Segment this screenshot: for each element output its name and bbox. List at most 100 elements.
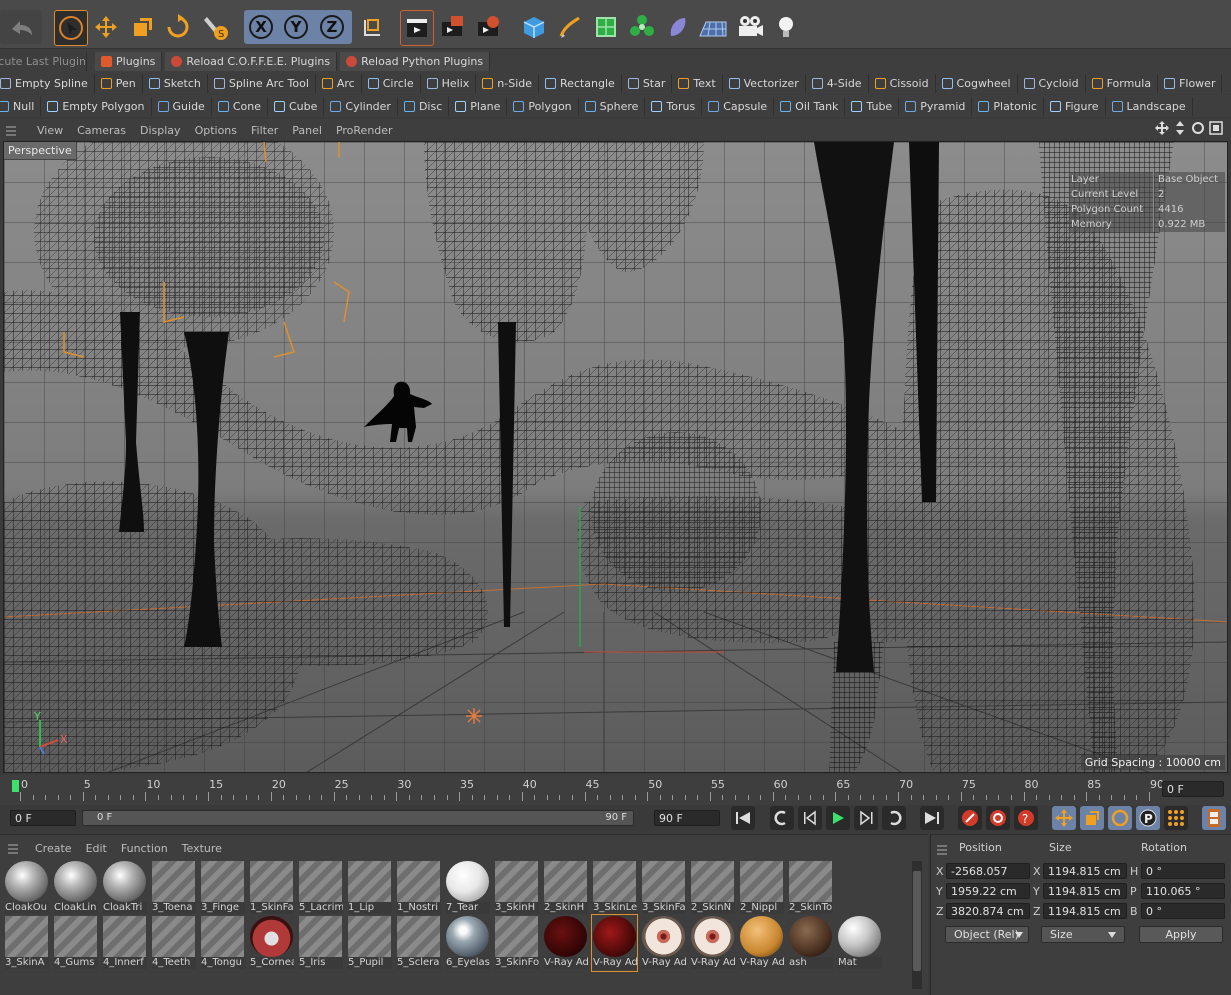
coordinate-mode-dropdown[interactable]: Object (Rel) bbox=[945, 926, 1029, 943]
material-swatch[interactable]: V-Ray Ad bbox=[543, 915, 588, 971]
previous-key-button[interactable] bbox=[770, 806, 794, 830]
render-region-button[interactable] bbox=[436, 10, 468, 44]
spline-rectangle-button[interactable]: Rectangle bbox=[539, 73, 622, 93]
material-swatch[interactable]: CloakLin bbox=[53, 860, 98, 916]
position-field[interactable]: 1959.22 cm bbox=[946, 883, 1030, 899]
primitive-empty-polygon-button[interactable]: Empty Polygon bbox=[41, 96, 152, 116]
material-swatch[interactable]: 4_Innerf bbox=[102, 915, 147, 971]
spline-circle-button[interactable]: Circle bbox=[362, 73, 421, 93]
material-swatch[interactable]: V-Ray Ad bbox=[641, 915, 686, 971]
spline-n-side-button[interactable]: n-Side bbox=[476, 73, 540, 93]
menu-display[interactable]: Display bbox=[133, 124, 188, 137]
render-settings-button[interactable] bbox=[472, 10, 504, 44]
material-swatch[interactable]: 3_Finge bbox=[200, 860, 245, 916]
undo-button[interactable] bbox=[0, 10, 42, 44]
primitive-platonic-button[interactable]: Platonic bbox=[972, 96, 1044, 116]
material-swatch[interactable]: 5_Lacrim bbox=[298, 860, 343, 916]
end-frame-field[interactable]: 90 F bbox=[654, 810, 720, 826]
go-to-end-button[interactable] bbox=[920, 806, 944, 830]
material-swatch[interactable]: 1_SkinFa bbox=[249, 860, 294, 916]
render-view-button[interactable] bbox=[400, 10, 434, 46]
material-scroll-thumb[interactable] bbox=[913, 871, 921, 971]
menu-panel[interactable]: Panel bbox=[285, 124, 329, 137]
spline-helix-button[interactable]: Helix bbox=[421, 73, 477, 93]
material-swatch[interactable]: 5_Iris bbox=[298, 915, 343, 971]
size-field[interactable]: 1194.815 cm bbox=[1043, 903, 1127, 919]
start-frame-field[interactable]: 0 F bbox=[10, 810, 76, 826]
reload-coffee-plugins-button[interactable]: Reload C.O.F.F.E.E. Plugins bbox=[165, 51, 338, 71]
material-swatch[interactable]: V-Ray Ad bbox=[690, 915, 735, 971]
material-swatch[interactable]: 2_SkinTo bbox=[788, 860, 833, 916]
cloner-button[interactable] bbox=[626, 10, 658, 44]
primitive-landscape-button[interactable]: Landscape bbox=[1106, 96, 1193, 116]
primitive-polygon-button[interactable]: Polygon bbox=[507, 96, 579, 116]
move-tool-button[interactable] bbox=[90, 10, 122, 44]
material-swatch[interactable]: 7_Tear bbox=[445, 860, 490, 916]
orbit-icon[interactable] bbox=[1191, 121, 1205, 135]
spline-cissoid-button[interactable]: Cissoid bbox=[869, 73, 936, 93]
scale-tool-button[interactable] bbox=[126, 10, 158, 44]
key-position-button[interactable] bbox=[1052, 806, 1076, 830]
material-swatch[interactable]: 5_Sclera bbox=[396, 915, 441, 971]
material-swatch[interactable]: 5_Pupil bbox=[347, 915, 392, 971]
subdivision-button[interactable] bbox=[590, 10, 622, 44]
primitive-tube-button[interactable]: Tube bbox=[845, 96, 900, 116]
size-field[interactable]: 1194.815 cm bbox=[1043, 863, 1127, 879]
rotate-tool-button[interactable] bbox=[162, 10, 194, 44]
y-axis-lock-button[interactable]: Y bbox=[278, 10, 314, 44]
timeline-window-button[interactable] bbox=[1202, 806, 1226, 830]
primitive-guide-button[interactable]: Guide bbox=[152, 96, 212, 116]
rotation-field[interactable]: 0 ° bbox=[1141, 863, 1225, 879]
spline-spline-arc-tool-button[interactable]: Spline Arc Tool bbox=[208, 73, 316, 93]
material-swatch[interactable]: V-Ray Ad bbox=[739, 915, 784, 971]
spline-cogwheel-button[interactable]: Cogwheel bbox=[936, 73, 1018, 93]
size-field[interactable]: 1194.815 cm bbox=[1043, 883, 1127, 899]
coordinate-system-button[interactable] bbox=[356, 10, 388, 44]
light-button[interactable] bbox=[770, 10, 802, 44]
maximize-view-icon[interactable] bbox=[1209, 121, 1223, 135]
material-swatch[interactable]: 1_Lip bbox=[347, 860, 392, 916]
pan-icon[interactable] bbox=[1155, 121, 1169, 135]
primitive-pyramid-button[interactable]: Pyramid bbox=[899, 96, 973, 116]
primitive-sphere-button[interactable]: Sphere bbox=[579, 96, 646, 116]
material-swatch[interactable]: 1_Nostri bbox=[396, 860, 441, 916]
execute-last-plugin-button[interactable]: Execute Last Plugin bbox=[0, 51, 87, 71]
material-swatch[interactable]: 4_Teeth bbox=[151, 915, 196, 971]
position-field[interactable]: 3820.874 cm bbox=[946, 903, 1030, 919]
camera-button[interactable] bbox=[734, 10, 766, 44]
material-swatch[interactable]: 2_Nippl bbox=[739, 860, 784, 916]
menu-view[interactable]: View bbox=[30, 124, 70, 137]
primitive-cube-button[interactable]: Cube bbox=[268, 96, 325, 116]
material-swatch[interactable]: ash bbox=[788, 915, 833, 971]
primitive-capsule-button[interactable]: Capsule bbox=[702, 96, 775, 116]
pen-spline-button[interactable] bbox=[554, 10, 586, 44]
key-rotation-button[interactable] bbox=[1108, 806, 1132, 830]
spline-vectorizer-button[interactable]: Vectorizer bbox=[723, 73, 806, 93]
previous-frame-button[interactable] bbox=[798, 806, 822, 830]
menu-options[interactable]: Options bbox=[188, 124, 244, 137]
spline-pen-button[interactable]: Pen bbox=[95, 73, 143, 93]
rotation-field[interactable]: 110.065 ° bbox=[1141, 883, 1225, 899]
z-axis-lock-button[interactable]: Z bbox=[314, 10, 350, 44]
spline-formula-button[interactable]: Formula bbox=[1086, 73, 1159, 93]
position-field[interactable]: -2568.057 cm bbox=[946, 863, 1030, 894]
primitive-cone-button[interactable]: Cone bbox=[212, 96, 268, 116]
x-axis-lock-button[interactable]: X bbox=[244, 10, 278, 44]
menu-filter[interactable]: Filter bbox=[244, 124, 285, 137]
playhead[interactable] bbox=[12, 780, 19, 792]
deformer-button[interactable] bbox=[662, 10, 694, 44]
timeline-ruler[interactable]: 0 5 10 15 20 25 30 35 40 45 50 55 60 65 70 75 80 85 90 0 F bbox=[0, 775, 1231, 805]
apply-button[interactable]: Apply bbox=[1139, 926, 1223, 943]
menu-cameras[interactable]: Cameras bbox=[70, 124, 133, 137]
material-swatch[interactable]: 4_Tongu bbox=[200, 915, 245, 971]
spline-star-button[interactable]: Star bbox=[622, 73, 673, 93]
material-swatch[interactable]: CloakTri bbox=[102, 860, 147, 916]
material-swatch[interactable]: 3_SkinLe bbox=[592, 860, 637, 916]
material-swatch[interactable]: 3_SkinFo bbox=[494, 915, 539, 971]
primitive-cylinder-button[interactable]: Cylinder bbox=[324, 96, 398, 116]
cube-object-button[interactable] bbox=[518, 10, 550, 44]
key-pla-button[interactable] bbox=[1164, 806, 1188, 830]
camera-label[interactable]: Perspective bbox=[4, 142, 77, 160]
select-tool-button[interactable] bbox=[54, 10, 88, 46]
key-scale-button[interactable] bbox=[1080, 806, 1104, 830]
